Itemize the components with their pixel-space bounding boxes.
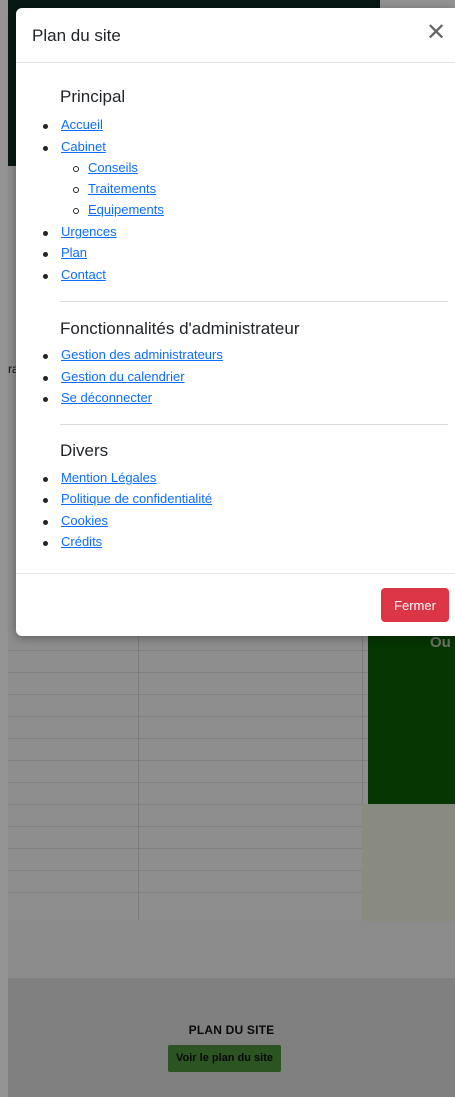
bullet-icon — [43, 376, 48, 381]
link-accueil[interactable]: Accueil — [61, 117, 103, 132]
link-politique-confidentialite[interactable]: Politique de confidentialité — [61, 491, 212, 506]
section-divider — [60, 424, 448, 425]
link-se-deconnecter[interactable]: Se déconnecter — [61, 390, 152, 405]
bullet-icon — [43, 274, 48, 279]
bullet-icon — [43, 520, 48, 525]
bullet-icon — [43, 397, 48, 402]
section-title-principal: Principal — [60, 87, 126, 106]
section-title-divers: Divers — [60, 441, 109, 460]
bullet-icon — [43, 477, 48, 482]
link-gestion-administrateurs[interactable]: Gestion des administrateurs — [61, 347, 223, 362]
bullet-icon — [43, 146, 48, 151]
circle-bullet-icon — [73, 166, 79, 172]
section-divider — [60, 301, 448, 302]
close-icon[interactable]: ✕ — [423, 20, 449, 46]
link-equipements[interactable]: Equipements — [88, 202, 164, 217]
link-plan[interactable]: Plan — [61, 245, 87, 260]
bullet-icon — [43, 541, 48, 546]
modal-title: Plan du site — [32, 26, 121, 45]
link-gestion-calendrier[interactable]: Gestion du calendrier — [61, 369, 185, 384]
section-title-admin: Fonctionnalités d'administrateur — [60, 319, 300, 338]
link-traitements[interactable]: Traitements — [88, 181, 156, 196]
bullet-icon — [43, 354, 48, 359]
bullet-icon — [43, 124, 48, 129]
link-cookies[interactable]: Cookies — [61, 513, 108, 528]
circle-bullet-icon — [73, 187, 79, 193]
close-button[interactable]: Fermer — [381, 588, 449, 622]
link-contact[interactable]: Contact — [61, 267, 106, 282]
link-cabinet[interactable]: Cabinet — [61, 139, 106, 154]
bullet-icon — [43, 498, 48, 503]
link-mention-legales[interactable]: Mention Légales — [61, 470, 156, 485]
bullet-icon — [43, 231, 48, 236]
sitemap-modal: Plan du site ✕ Principal Accueil Cabinet… — [16, 8, 455, 636]
modal-header: Plan du site ✕ — [16, 8, 455, 63]
link-conseils[interactable]: Conseils — [88, 160, 138, 175]
circle-bullet-icon — [73, 208, 79, 214]
link-credits[interactable]: Crédits — [61, 534, 102, 549]
link-urgences[interactable]: Urgences — [61, 224, 117, 239]
modal-body: Principal Accueil Cabinet Conseils Trait… — [16, 63, 455, 574]
bullet-icon — [43, 252, 48, 257]
